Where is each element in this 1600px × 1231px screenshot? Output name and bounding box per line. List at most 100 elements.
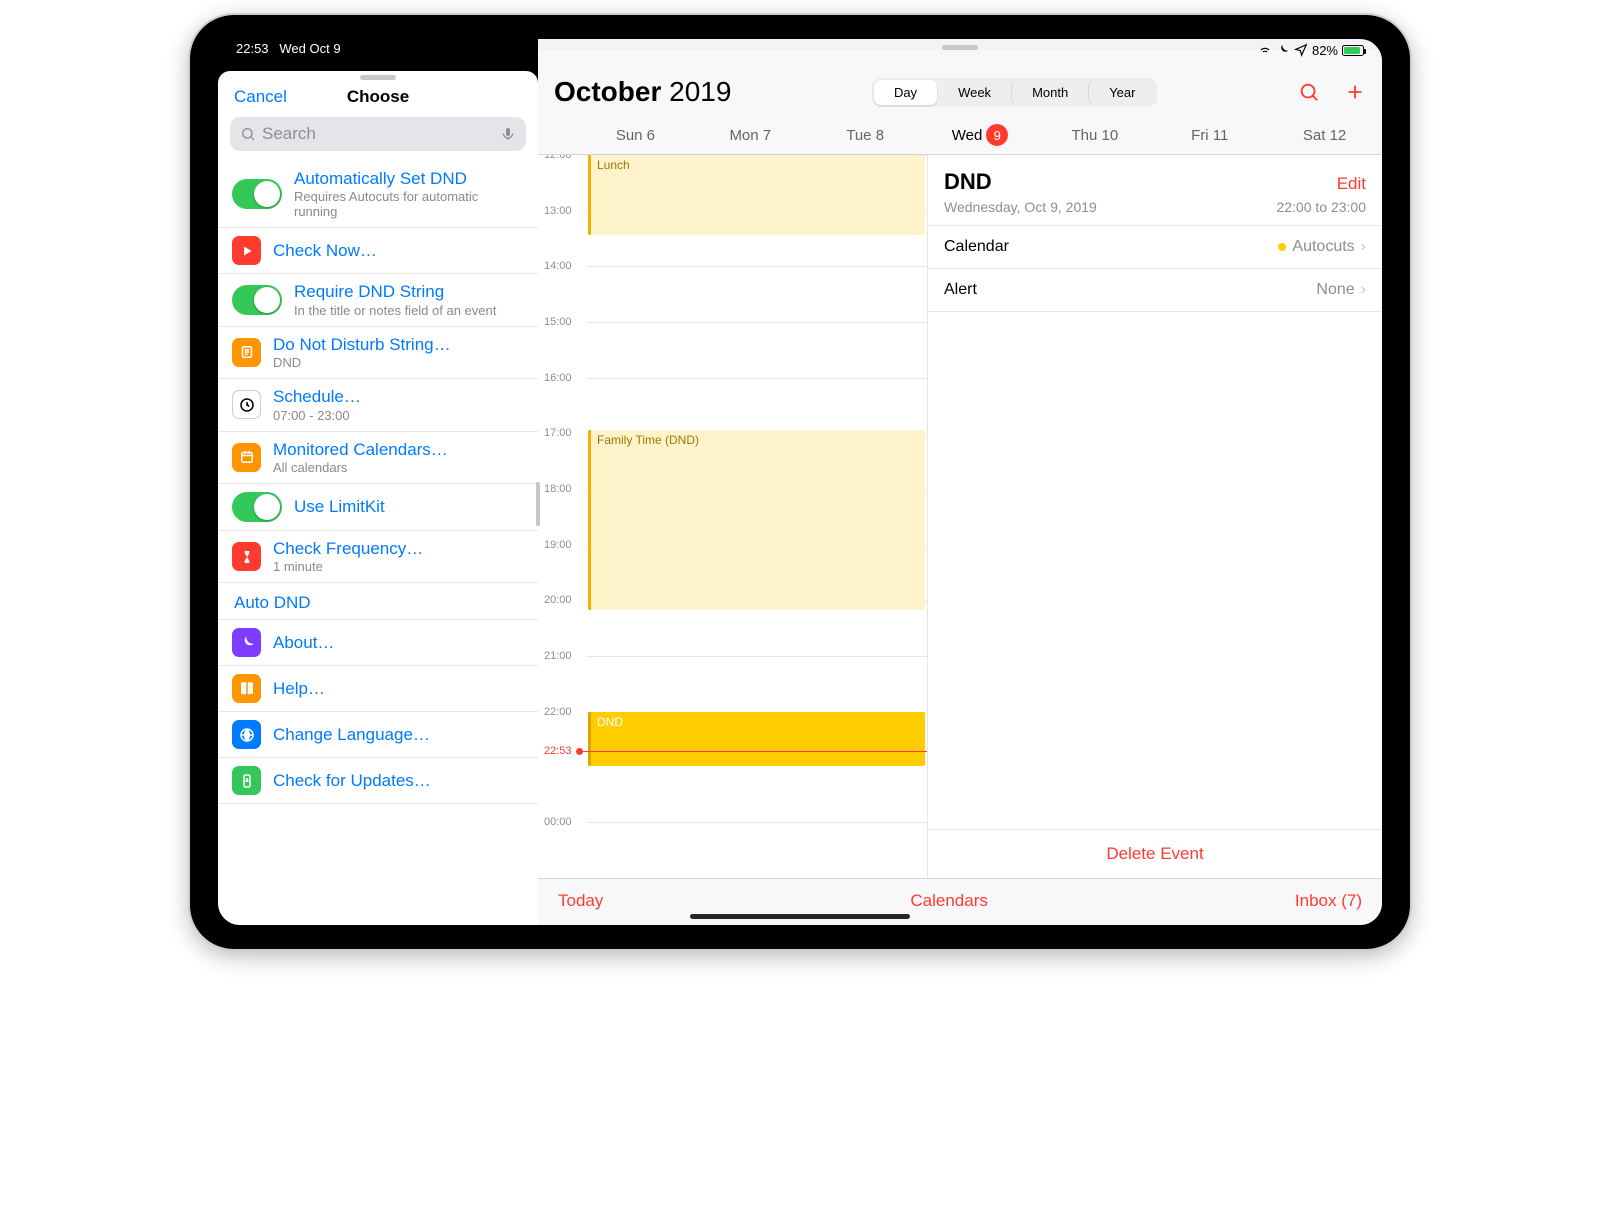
alert-row[interactable]: Alert None› (928, 269, 1382, 312)
hour-label: 00:00 (544, 816, 572, 828)
event-block[interactable]: Family Time (DND) (588, 430, 925, 611)
day-sun[interactable]: Sun 6 (578, 124, 693, 146)
add-icon[interactable] (1344, 81, 1366, 103)
chevron-right-icon: › (1361, 238, 1366, 256)
today-badge: 9 (986, 124, 1008, 146)
event-block[interactable]: DND (588, 712, 925, 766)
week-row[interactable]: Sun 6Mon 7Tue 8Wed9Thu 10Fri 11Sat 12 (538, 116, 1382, 155)
inbox-button[interactable]: Inbox (7) (1295, 891, 1362, 911)
view-week[interactable]: Week (937, 80, 1011, 105)
calendars-button[interactable]: Calendars (910, 891, 988, 911)
calendar-panel: October 2019 DayWeekMonthYear Sun 6Mon 7… (538, 39, 1382, 925)
row-title: Check Frequency… (273, 539, 522, 559)
chevron-right-icon: › (1361, 281, 1366, 299)
delete-event-button[interactable]: Delete Event (928, 829, 1382, 878)
today-button[interactable]: Today (558, 891, 603, 911)
row-title: Change Language… (273, 725, 522, 745)
shortcuts-panel: Cancel Choose Search Automatically Set D… (218, 71, 538, 925)
day-thu[interactable]: Thu 10 (1037, 124, 1152, 146)
day-tue[interactable]: Tue 8 (808, 124, 923, 146)
shortcut-row[interactable]: Check Frequency…1 minute (218, 531, 538, 583)
cancel-button[interactable]: Cancel (234, 87, 287, 107)
shortcut-row[interactable]: Help… (218, 666, 538, 712)
day-timeline[interactable]: 12:0013:0014:0015:0016:0017:0018:0019:00… (538, 155, 928, 878)
event-time: 22:00 to 23:00 (1276, 199, 1366, 215)
status-time: 22:53 (236, 41, 269, 56)
shortcut-row[interactable]: Change Language… (218, 712, 538, 758)
hour-label: 20:00 (544, 594, 572, 606)
book-icon (232, 674, 261, 703)
event-block[interactable]: Lunch (588, 155, 925, 235)
timer-icon (232, 542, 261, 571)
search-placeholder: Search (262, 124, 316, 144)
day-mon[interactable]: Mon 7 (693, 124, 808, 146)
shortcut-row[interactable]: Monitored Calendars…All calendars (218, 432, 538, 484)
day-wed[interactable]: Wed9 (923, 124, 1038, 146)
row-title: Use LimitKit (294, 497, 522, 517)
row-sub: DND (273, 355, 522, 370)
row-title: Check Now… (273, 241, 522, 261)
hour-label: 17:00 (544, 427, 572, 439)
toggle-switch[interactable] (232, 285, 282, 315)
shortcut-row[interactable]: Check for Updates… (218, 758, 538, 804)
shortcut-row[interactable]: Schedule…07:00 - 23:00 (218, 379, 538, 431)
row-sub: All calendars (273, 460, 522, 475)
shortcut-row[interactable]: Require DND StringIn the title or notes … (218, 274, 538, 326)
cal-icon (232, 443, 261, 472)
now-indicator (582, 751, 927, 752)
hour-label: 16:00 (544, 372, 572, 384)
row-title: Monitored Calendars… (273, 440, 522, 460)
edit-button[interactable]: Edit (1337, 174, 1366, 194)
shortcut-row[interactable]: Check Now… (218, 228, 538, 274)
now-label: 22:53 (544, 745, 572, 757)
ipad-frame: 22:53 Wed Oct 9 82% Cancel Choose Search (190, 15, 1410, 949)
row-title: Require DND String (294, 282, 522, 302)
row-title: Check for Updates… (273, 771, 522, 791)
row-sub: 07:00 - 23:00 (273, 408, 522, 423)
hour-label: 13:00 (544, 205, 572, 217)
view-year[interactable]: Year (1088, 80, 1155, 105)
day-sat[interactable]: Sat 12 (1267, 124, 1382, 146)
shortcut-list[interactable]: Automatically Set DNDRequires Autocuts f… (218, 161, 538, 925)
toggle-switch[interactable] (232, 492, 282, 522)
shortcut-row[interactable]: About… (218, 620, 538, 666)
row-sub: 1 minute (273, 559, 522, 574)
moon-icon (232, 628, 261, 657)
hour-label: 22:00 (544, 706, 572, 718)
home-indicator[interactable] (690, 914, 910, 919)
event-date: Wednesday, Oct 9, 2019 (944, 199, 1097, 215)
row-title: Schedule… (273, 387, 522, 407)
shortcut-row[interactable]: Use LimitKit (218, 484, 538, 531)
toggle-switch[interactable] (232, 179, 282, 209)
clock-icon (232, 390, 261, 419)
hour-label: 21:00 (544, 650, 572, 662)
search-icon[interactable] (1298, 81, 1320, 103)
mic-icon[interactable] (500, 126, 516, 142)
day-fri[interactable]: Fri 11 (1152, 124, 1267, 146)
shortcut-row[interactable]: Automatically Set DNDRequires Autocuts f… (218, 161, 538, 228)
update-icon (232, 766, 261, 795)
view-month[interactable]: Month (1011, 80, 1088, 105)
hour-label: 14:00 (544, 260, 572, 272)
row-sub: Requires Autocuts for automatic running (294, 189, 522, 219)
calendar-row[interactable]: Calendar Autocuts› (928, 226, 1382, 269)
view-segmented-control[interactable]: DayWeekMonthYear (872, 78, 1158, 107)
play-icon (232, 236, 261, 265)
row-title: Help… (273, 679, 522, 699)
month-title: October 2019 (554, 76, 731, 108)
screen: 22:53 Wed Oct 9 82% Cancel Choose Search (218, 39, 1382, 925)
event-title: DND (944, 169, 992, 195)
calendar-color-dot (1278, 243, 1286, 251)
left-title: Choose (347, 87, 409, 107)
row-title: Automatically Set DND (294, 169, 522, 189)
row-sub: In the title or notes field of an event (294, 303, 522, 318)
shortcut-row[interactable]: Do Not Disturb String…DND (218, 327, 538, 379)
split-grabber[interactable] (536, 482, 540, 526)
event-detail: DND Edit Wednesday, Oct 9, 2019 22:00 to… (928, 155, 1382, 878)
calendar-header: October 2019 DayWeekMonthYear (538, 50, 1382, 116)
view-day[interactable]: Day (874, 80, 937, 105)
search-icon (240, 126, 256, 142)
row-title: Do Not Disturb String… (273, 335, 522, 355)
search-field[interactable]: Search (230, 117, 526, 151)
row-title: About… (273, 633, 522, 653)
